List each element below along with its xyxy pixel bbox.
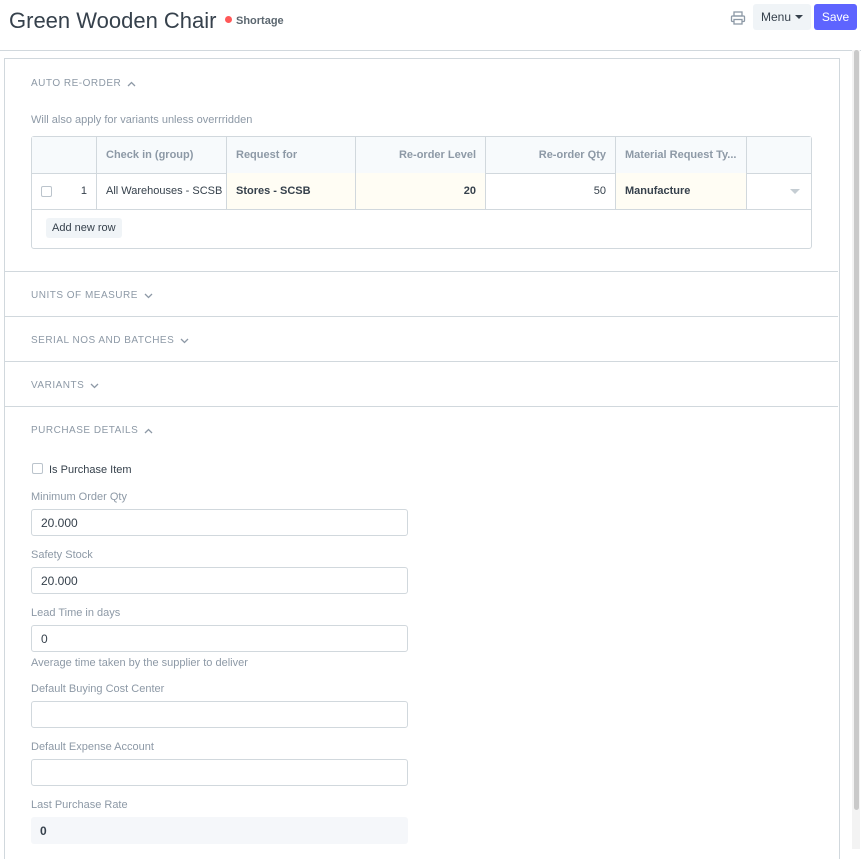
lead-time-help-text: Average time taken by the supplier to de…	[31, 657, 248, 669]
section-purchase-details-toggle[interactable]: PURCHASE DETAILS	[31, 425, 153, 436]
chevron-down-icon	[180, 338, 189, 344]
status-indicator: Shortage	[225, 15, 284, 27]
cell-request-for[interactable]: Stores - SCSB	[227, 173, 356, 209]
chevron-up-icon	[127, 81, 136, 87]
section-title: UNITS OF MEASURE	[31, 290, 138, 301]
row-checkbox[interactable]	[41, 185, 52, 197]
row-select-cell: 1	[32, 173, 97, 209]
is-purchase-item-label: Is Purchase Item	[49, 464, 132, 476]
menu-button-label: Menu	[760, 10, 792, 24]
column-header: Check in (group)	[97, 137, 227, 173]
status-dot	[225, 16, 232, 23]
status-label: Shortage	[236, 15, 284, 27]
buying-cost-center-input[interactable]	[31, 701, 408, 728]
section-title: PURCHASE DETAILS	[31, 425, 139, 436]
section-divider	[4, 271, 838, 272]
expense-account-label: Default Expense Account	[31, 741, 154, 753]
column-header: Re-order Level	[356, 137, 486, 173]
buying-cost-center-label: Default Buying Cost Center	[31, 683, 165, 695]
header-actions	[747, 137, 811, 173]
chevron-down-icon	[144, 293, 153, 299]
table-header: Check in (group) Request for Re-order Le…	[32, 137, 811, 174]
section-title: AUTO RE-ORDER	[31, 78, 122, 89]
menu-button[interactable]: Menu	[753, 4, 811, 30]
reorder-note: Will also apply for variants unless over…	[31, 114, 253, 126]
row-expand-cell[interactable]	[747, 173, 811, 209]
page-title: Green Wooden Chair	[9, 8, 217, 33]
section-auto-reorder-toggle[interactable]: AUTO RE-ORDER	[31, 78, 136, 89]
cell-reorder-qty[interactable]: 50	[486, 173, 616, 209]
section-title: SERIAL NOS AND BATCHES	[31, 335, 175, 346]
lead-time-input[interactable]: 0	[31, 625, 408, 652]
row-index: 1	[80, 185, 87, 197]
column-header: Request for	[227, 137, 356, 173]
reorder-table: Check in (group) Request for Re-order Le…	[31, 136, 812, 249]
column-header: Material Request Ty...	[616, 137, 747, 173]
chevron-up-icon	[144, 428, 153, 434]
section-units-of-measure-toggle[interactable]: UNITS OF MEASURE	[31, 290, 153, 301]
section-divider	[4, 406, 838, 407]
chevron-down-icon	[90, 383, 99, 389]
safety-stock-label: Safety Stock	[31, 549, 93, 561]
min-order-qty-input[interactable]: 20.000	[31, 509, 408, 536]
dropdown-caret-icon[interactable]	[790, 188, 800, 194]
min-order-qty-label: Minimum Order Qty	[31, 491, 127, 503]
scrollbar-thumb[interactable]	[854, 50, 859, 810]
is-purchase-item-checkbox[interactable]	[32, 463, 43, 474]
table-row[interactable]: 1 All Warehouses - SCSB Stores - SCSB 20…	[32, 173, 811, 210]
lead-time-label: Lead Time in days	[31, 607, 121, 619]
safety-stock-input[interactable]: 20.000	[31, 567, 408, 594]
add-new-row-button[interactable]: Add new row	[46, 218, 122, 238]
section-divider	[4, 316, 838, 317]
column-header: Re-order Qty	[486, 137, 616, 173]
cell-material-request-type[interactable]: Manufacture	[616, 173, 747, 209]
cell-check-in-group[interactable]: All Warehouses - SCSB	[97, 173, 227, 209]
last-purchase-rate-value: 0	[31, 817, 408, 844]
expense-account-input[interactable]	[31, 759, 408, 786]
section-variants-toggle[interactable]: VARIANTS	[31, 380, 99, 391]
last-purchase-rate-label: Last Purchase Rate	[31, 799, 128, 811]
cell-reorder-level[interactable]: 20	[356, 173, 486, 209]
section-serial-nos-toggle[interactable]: SERIAL NOS AND BATCHES	[31, 335, 189, 346]
section-divider	[4, 361, 838, 362]
save-button[interactable]: Save	[814, 4, 857, 30]
section-title: VARIANTS	[31, 380, 85, 391]
chevron-down-icon	[795, 15, 804, 19]
page-header: Green Wooden Chair Shortage Menu Save	[0, 0, 861, 51]
header-row-select	[32, 137, 97, 173]
print-icon[interactable]	[730, 11, 746, 25]
